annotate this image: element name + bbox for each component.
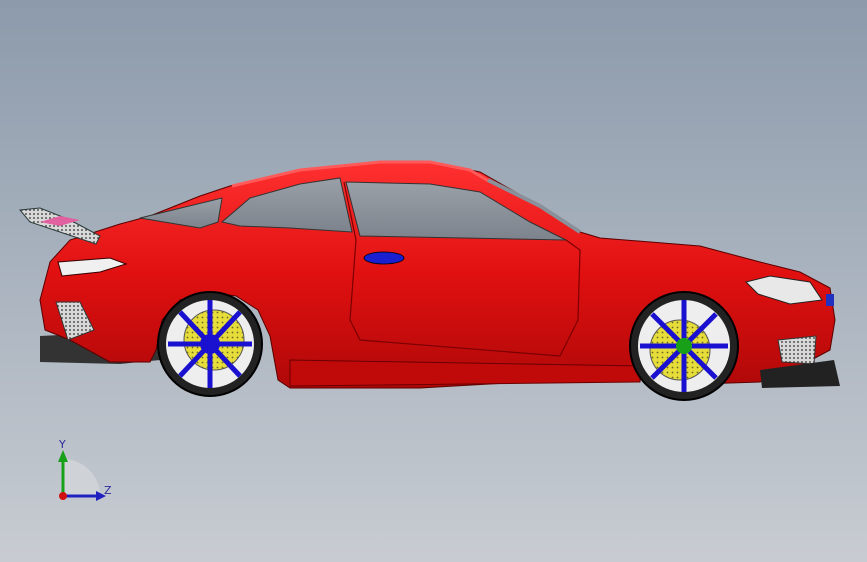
x-axis-origin bbox=[59, 492, 67, 500]
car-model[interactable] bbox=[0, 0, 867, 562]
front-vent bbox=[777, 335, 817, 365]
coordinate-triad: Y Z bbox=[58, 438, 112, 501]
front-wheel bbox=[629, 291, 739, 401]
3d-viewport[interactable]: Y Z bbox=[0, 0, 867, 562]
door-handle bbox=[363, 251, 405, 265]
rear-wheel bbox=[157, 291, 263, 397]
front-emblem bbox=[826, 294, 834, 306]
y-axis-label: Y bbox=[58, 438, 66, 451]
z-axis-label: Z bbox=[104, 484, 112, 497]
